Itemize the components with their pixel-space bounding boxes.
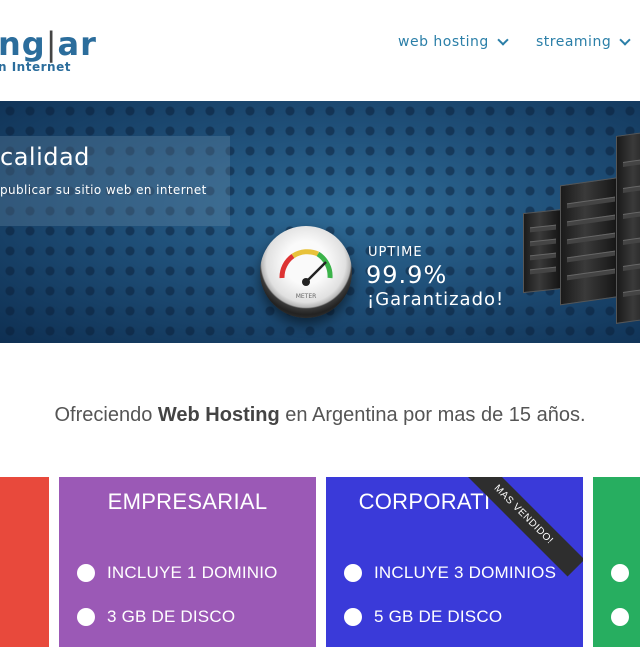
plan-feature-text: 3 GB DE DISCO (107, 607, 236, 626)
plan-feature: 5 GB DE DISCO (344, 607, 502, 627)
tagline-bold: Web Hosting (157, 404, 280, 426)
chevron-down-icon (497, 34, 509, 46)
check-circle-icon (344, 564, 362, 582)
plan-feature: 1 (611, 607, 640, 627)
plan-card-empresarial[interactable]: EMPRESARIAL INCLUYE 1 DOMINIO 3 GB DE DI… (59, 477, 316, 647)
hero-subtitle: publicar su sitio web en internet (0, 183, 207, 197)
chevron-down-icon (619, 34, 631, 46)
uptime-label: UPTIME (368, 245, 423, 260)
check-circle-icon (344, 608, 362, 626)
nav-web-hosting-label: web hosting (398, 34, 489, 50)
plan-feature-text: 5 GB DE DISCO (374, 607, 503, 626)
logo-text-b: ar (57, 25, 97, 63)
check-circle-icon (77, 564, 95, 582)
hero-title: calidad (0, 143, 90, 171)
plan-feature: I (611, 563, 640, 583)
plan-feature-text: INCLUYE 3 DOMINIOS (374, 563, 557, 582)
nav-web-hosting[interactable]: web hosting (398, 34, 509, 50)
check-circle-icon (611, 564, 629, 582)
uptime-value: 99.9% (366, 261, 448, 289)
plan-card-green[interactable]: I 1 (593, 477, 640, 647)
plan-card-corporativo[interactable]: CORPORATI INCLUYE 3 DOMINIOS 5 GB DE DIS… (326, 477, 583, 647)
plan-feature: INCLUYE 1 DOMINIO (77, 563, 278, 583)
tagline-prefix: Ofreciendo (54, 404, 158, 426)
uptime-gauge-icon: METER (260, 226, 352, 318)
logo-separator: | (45, 25, 58, 63)
logo-text-a: ng (0, 25, 46, 63)
hosting-tagline: Ofreciendo Web Hosting en Argentina por … (0, 404, 640, 427)
check-circle-icon (77, 608, 95, 626)
check-circle-icon (611, 608, 629, 626)
plan-card-red[interactable] (0, 477, 49, 647)
nav-streaming-label: streaming (536, 34, 612, 50)
server-rack-small (523, 208, 563, 294)
server-rack-medium (560, 176, 622, 306)
uptime-guarantee: ¡Garantizado! (367, 289, 505, 310)
site-header: ng|ar n Internet web hosting streaming (0, 0, 640, 100)
gauge-label: METER (296, 293, 317, 300)
plan-feature: 3 GB DE DISCO (77, 607, 235, 627)
plan-feature: INCLUYE 3 DOMINIOS (344, 563, 556, 583)
server-rack-large (616, 130, 640, 324)
tagline-suffix: en Argentina por mas de 15 años. (279, 404, 586, 426)
plan-title: EMPRESARIAL (107, 489, 268, 514)
logo[interactable]: ng|ar (0, 26, 97, 62)
plan-feature-text: INCLUYE 1 DOMINIO (107, 563, 278, 582)
logo-tagline: n Internet (0, 60, 71, 74)
nav-streaming[interactable]: streaming (536, 34, 631, 50)
hero-banner: calidad publicar su sitio web en interne… (0, 101, 640, 343)
